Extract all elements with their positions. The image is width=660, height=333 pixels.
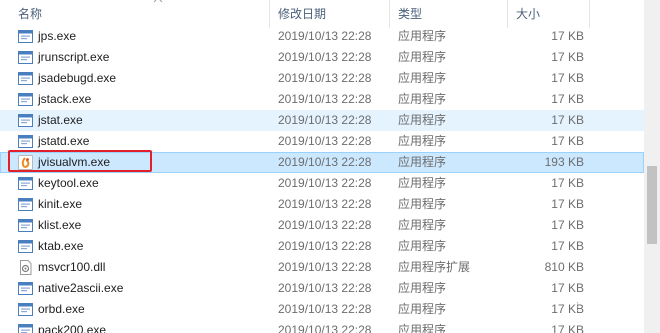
- file-row[interactable]: keytool.exe 2019/10/13 22:28 应用程序 17 KB: [0, 173, 644, 194]
- file-type: 应用程序扩展: [398, 260, 471, 274]
- file-modified-date: 2019/10/13 22:28: [278, 155, 372, 169]
- file-row[interactable]: kinit.exe 2019/10/13 22:28 应用程序 17 KB: [0, 194, 644, 215]
- file-type: 应用程序: [398, 155, 447, 169]
- file-modified-date: 2019/10/13 22:28: [278, 281, 372, 295]
- file-size: 810 KB: [544, 260, 584, 274]
- column-header-type[interactable]: 类型: [390, 0, 508, 28]
- file-name: orbd.exe: [38, 302, 85, 316]
- file-name: native2ascii.exe: [38, 281, 124, 295]
- file-type: 应用程序: [398, 323, 447, 333]
- resize-grip-icon: ⋮: [572, 301, 583, 313]
- file-modified-date: 2019/10/13 22:28: [278, 92, 372, 106]
- file-type: 应用程序: [398, 71, 447, 85]
- file-name: msvcr100.dll: [38, 260, 106, 274]
- column-header-size[interactable]: 大小: [508, 0, 590, 28]
- file-modified-date: 2019/10/13 22:28: [278, 50, 372, 64]
- file-list: jps.exe 2019/10/13 22:28 应用程序 17 KB jrunscri…: [0, 26, 644, 333]
- file-explorer-window: 名称 修改日期 类型 大小 jps.exe 2019/10/13 22:28 应用程…: [0, 0, 660, 333]
- file-row[interactable]: jstat.exe 2019/10/13 22:28 应用程序 17 KB: [0, 110, 644, 131]
- file-size: 17 KB: [551, 134, 584, 148]
- column-header-date[interactable]: 修改日期: [270, 0, 390, 28]
- column-header-bar: 名称 修改日期 类型 大小: [0, 0, 644, 28]
- file-row[interactable]: msvcr100.dll 2019/10/13 22:28 应用程序扩展 810 KB: [0, 257, 644, 278]
- scrollbar-thumb[interactable]: [647, 166, 657, 244]
- file-size: 17 KB: [551, 218, 584, 232]
- file-modified-date: 2019/10/13 22:28: [278, 113, 372, 127]
- file-size: 17 KB: [551, 71, 584, 85]
- file-row[interactable]: jvisualvm.exe 2019/10/13 22:28 应用程序 193 KB: [0, 152, 644, 173]
- file-row[interactable]: native2ascii.exe 2019/10/13 22:28 应用程序 17 K…: [0, 278, 644, 299]
- file-type: 应用程序: [398, 176, 447, 190]
- column-header-date-label: 修改日期: [278, 7, 327, 21]
- column-header-name[interactable]: 名称: [18, 0, 270, 28]
- file-size: 17 KB: [551, 176, 584, 190]
- file-size: 17 KB: [551, 92, 584, 106]
- file-name: jstat.exe: [38, 113, 83, 127]
- file-row[interactable]: pack200.exe 2019/10/13 22:28 应用程序 17 KB: [0, 320, 644, 333]
- file-name: kinit.exe: [38, 197, 83, 211]
- file-modified-date: 2019/10/13 22:28: [278, 71, 372, 85]
- file-size: 17 KB: [551, 239, 584, 253]
- file-modified-date: 2019/10/13 22:28: [278, 134, 372, 148]
- file-name: keytool.exe: [38, 176, 99, 190]
- file-row[interactable]: orbd.exe 2019/10/13 22:28 应用程序 17 KB: [0, 299, 644, 320]
- file-size: 17 KB: [551, 29, 584, 43]
- file-name: jstatd.exe: [38, 134, 90, 148]
- file-row[interactable]: jps.exe 2019/10/13 22:28 应用程序 17 KB: [0, 26, 644, 47]
- file-type: 应用程序: [398, 92, 447, 106]
- file-name: ktab.exe: [38, 239, 84, 253]
- file-type: 应用程序: [398, 197, 447, 211]
- file-row[interactable]: jstack.exe 2019/10/13 22:28 应用程序 17 KB: [0, 89, 644, 110]
- file-size: 17 KB: [551, 281, 584, 295]
- file-modified-date: 2019/10/13 22:28: [278, 218, 372, 232]
- file-type: 应用程序: [398, 281, 447, 295]
- column-header-type-label: 类型: [398, 7, 423, 21]
- file-name: jrunscript.exe: [38, 50, 110, 64]
- sort-ascending-icon: [153, 0, 163, 3]
- file-type: 应用程序: [398, 113, 447, 127]
- file-row[interactable]: ktab.exe 2019/10/13 22:28 应用程序 17 KB: [0, 236, 644, 257]
- file-type: 应用程序: [398, 134, 447, 148]
- file-type: 应用程序: [398, 239, 447, 253]
- file-type: 应用程序: [398, 29, 447, 43]
- file-row[interactable]: jrunscript.exe 2019/10/13 22:28 应用程序 17 KB: [0, 47, 644, 68]
- file-name: klist.exe: [38, 218, 82, 232]
- file-modified-date: 2019/10/13 22:28: [278, 29, 372, 43]
- file-type: 应用程序: [398, 302, 447, 316]
- file-name: jsadebugd.exe: [38, 71, 117, 85]
- file-modified-date: 2019/10/13 22:28: [278, 323, 372, 333]
- column-divider[interactable]: [589, 0, 590, 28]
- file-modified-date: 2019/10/13 22:28: [278, 239, 372, 253]
- file-modified-date: 2019/10/13 22:28: [278, 260, 372, 274]
- file-type: 应用程序: [398, 50, 447, 64]
- file-modified-date: 2019/10/13 22:28: [278, 176, 372, 190]
- column-header-size-label: 大小: [516, 7, 541, 21]
- column-header-name-label: 名称: [18, 7, 43, 21]
- file-name: jvisualvm.exe: [38, 155, 111, 169]
- file-name: jps.exe: [38, 29, 77, 43]
- file-size: 17 KB: [551, 197, 584, 211]
- file-size: 193 KB: [544, 155, 584, 169]
- file-size: 17 KB: [551, 113, 584, 127]
- file-name: pack200.exe: [38, 323, 107, 333]
- file-modified-date: 2019/10/13 22:28: [278, 197, 372, 211]
- file-row[interactable]: jsadebugd.exe 2019/10/13 22:28 应用程序 17 KB: [0, 68, 644, 89]
- file-modified-date: 2019/10/13 22:28: [278, 302, 372, 316]
- file-size: 17 KB: [551, 50, 584, 64]
- file-name: jstack.exe: [38, 92, 92, 106]
- file-row[interactable]: jstatd.exe 2019/10/13 22:28 应用程序 17 KB: [0, 131, 644, 152]
- file-row[interactable]: klist.exe 2019/10/13 22:28 应用程序 17 KB: [0, 215, 644, 236]
- vertical-scrollbar[interactable]: [644, 0, 660, 333]
- file-type: 应用程序: [398, 218, 447, 232]
